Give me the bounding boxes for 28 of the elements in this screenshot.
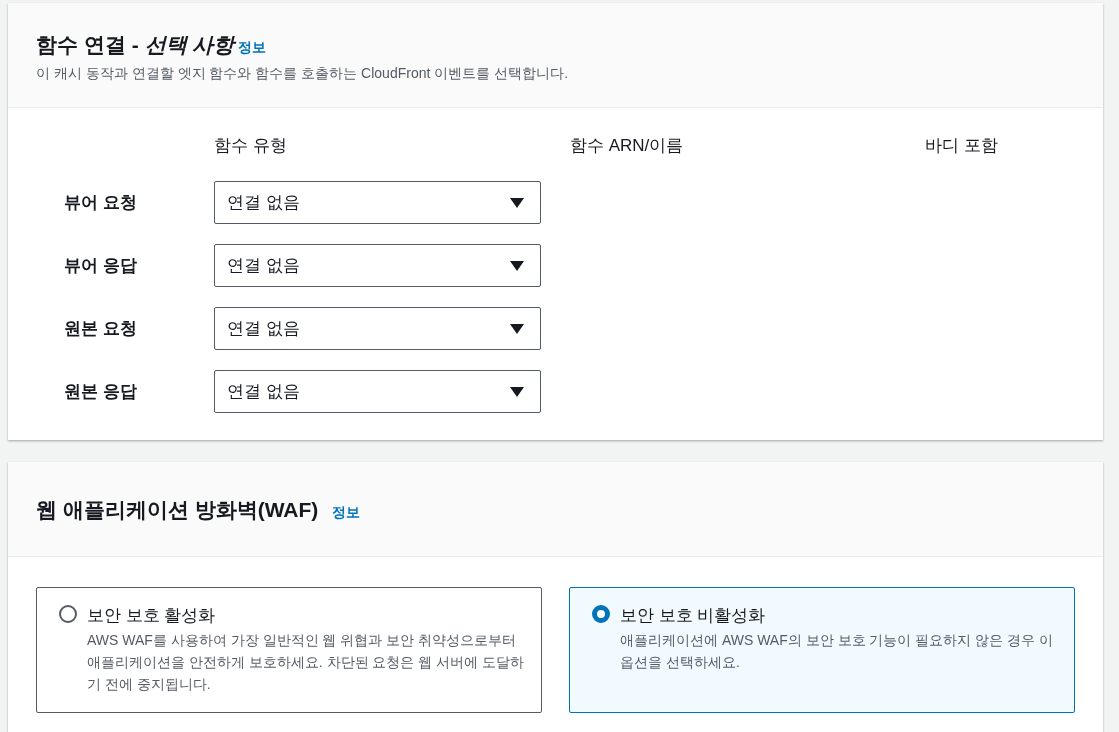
caret-down-icon	[510, 323, 524, 334]
column-header: 함수 유형	[214, 135, 287, 157]
section-title: 함수 연결 - 선택 사항	[36, 32, 235, 58]
row-label: 뷰어 요청	[64, 192, 138, 214]
section-description: 이 캐시 동작과 연결할 엣지 함수와 함수를 호출하는 CloudFront 이벤트를 선택합니다.	[36, 65, 570, 83]
radio-button[interactable]	[592, 605, 610, 623]
row-label: 원본 요청	[64, 318, 138, 340]
radio-button[interactable]	[59, 605, 77, 623]
caret-down-icon	[510, 386, 524, 397]
column-header: 바디 포함	[925, 135, 998, 157]
function-type-dropdown[interactable]: 연결 없음	[214, 307, 541, 350]
option-label: 보안 보호 활성화	[87, 605, 217, 627]
column-header: 함수 ARN/이름	[570, 135, 684, 157]
caret-down-icon	[510, 197, 524, 208]
section-title: 웹 애플리케이션 방화벽(WAF)	[36, 497, 319, 523]
radio-option-card[interactable]: 보안 보호 활성화 AWS WAF를 사용하여 가장 일반적인 웹 위협과 보안 취약성으로부터 애플리케이션을 안전하게 보호하세요. 차단된 요청은 웹 서버에 도달하기 전에 중지됩니다.	[36, 587, 542, 713]
info-link[interactable]: 정보	[332, 504, 361, 522]
function-type-dropdown[interactable]: 연결 없음	[214, 370, 541, 413]
function-type-dropdown[interactable]: 연결 없음	[214, 181, 541, 224]
function-type-dropdown[interactable]: 연결 없음	[214, 244, 541, 287]
option-label: 보안 보호 비활성화	[620, 605, 767, 627]
radio-option-card[interactable]: 보안 보호 비활성화 애플리케이션에 AWS WAF의 보안 보호 기능이 필요하지 않은 경우 이 옵션을 선택하세요.	[569, 587, 1075, 713]
option-description: 애플리케이션에 AWS WAF의 보안 보호 기능이 필요하지 않은 경우 이 옵션을 선택하세요.	[620, 631, 1054, 672]
caret-down-icon	[510, 260, 524, 271]
row-label: 원본 응답	[64, 381, 138, 403]
option-description: AWS WAF를 사용하여 가장 일반적인 웹 위협과 보안 취약성으로부터 애플리케이션을 안전하게 보호하세요. 차단된 요청은 웹 서버에 도달하기 전에 중지됩니다.	[87, 631, 526, 694]
row-label: 뷰어 응답	[64, 255, 138, 277]
info-link[interactable]: 정보	[238, 39, 267, 57]
